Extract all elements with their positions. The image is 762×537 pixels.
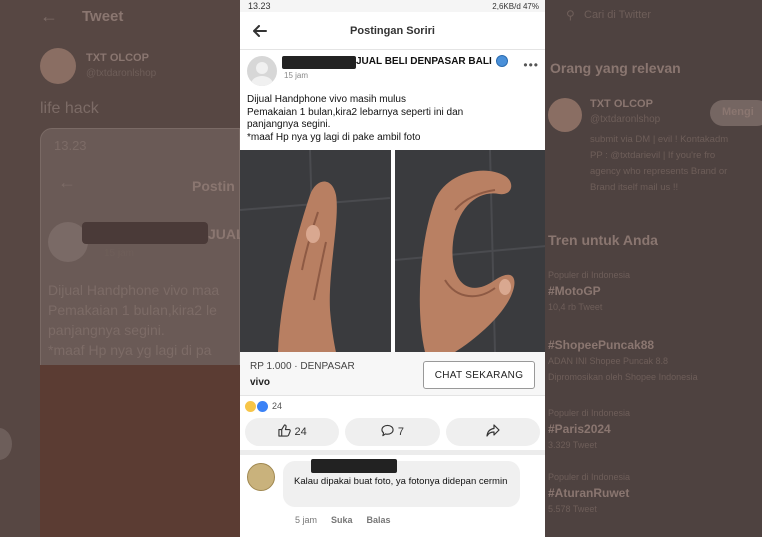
relevant-bio-4: Brand itself mail us !! bbox=[590, 182, 679, 193]
relevant-people-title: Orang yang relevan bbox=[550, 60, 681, 76]
share-icon bbox=[486, 424, 500, 440]
account-handle[interactable]: @txtdaronlshop bbox=[86, 68, 156, 79]
preview-time: 13.23 bbox=[54, 138, 87, 153]
comment-count: 7 bbox=[397, 426, 405, 438]
trends-title: Tren untuk Anda bbox=[548, 232, 658, 248]
relevant-bio-1: submit via DM | evil ! Kontakadm bbox=[590, 134, 729, 145]
relevant-bio-2: PP : @txtdarievil | If you're fro bbox=[590, 150, 716, 161]
commenter-avatar[interactable] bbox=[247, 463, 275, 491]
page-title: Postingan Soriri bbox=[350, 24, 435, 37]
preview-line-1: Dijual Handphone vivo maa bbox=[48, 282, 220, 298]
like-reaction-icon bbox=[257, 400, 268, 412]
comment-like-link[interactable]: Suka bbox=[331, 515, 353, 525]
trend-name[interactable]: #AturanRuwet bbox=[548, 486, 629, 500]
preview-title: Postin bbox=[192, 178, 235, 194]
thumbs-up-icon bbox=[277, 424, 291, 440]
account-avatar[interactable] bbox=[40, 48, 76, 84]
search-placeholder: Cari di Twitter bbox=[584, 9, 652, 21]
trend-count: 3.329 Tweet bbox=[548, 440, 597, 450]
account-name[interactable]: TXT OLCOP bbox=[86, 52, 149, 64]
follow-button[interactable]: Mengi bbox=[710, 100, 762, 126]
like-count: 24 bbox=[294, 426, 307, 438]
preview-line-2: Pemakaian 1 bulan,kira2 le bbox=[48, 302, 217, 318]
phone-screenshot: 13.23 2,6KB/d 47% Postingan Soriri JUAL … bbox=[240, 0, 545, 537]
trend-context: Populer di Indonesia bbox=[548, 270, 631, 280]
comment-text: Kalau dipakai buat foto, ya fotonya dide… bbox=[294, 476, 508, 487]
reaction-count: 24 bbox=[272, 401, 283, 411]
back-arrow-icon[interactable] bbox=[245, 16, 275, 46]
trend-context: Populer di Indonesia bbox=[548, 472, 631, 482]
post-body: Dijual Handphone vivo masih mulus Pemaka… bbox=[240, 92, 545, 150]
twitter-right-panel bbox=[545, 0, 762, 537]
comment-time: 5 jam bbox=[295, 515, 318, 525]
trend-count: 10,4 rb Tweet bbox=[548, 302, 603, 312]
comment-reply-link[interactable]: Balas bbox=[367, 515, 391, 525]
status-indicators: 2,6KB/d 47% bbox=[492, 1, 539, 11]
comment-button[interactable]: 7 bbox=[345, 418, 440, 446]
more-options-icon[interactable]: ••• bbox=[523, 58, 539, 72]
relevant-name[interactable]: TXT OLCOP bbox=[590, 98, 653, 110]
post-time[interactable]: 15 jam bbox=[284, 71, 308, 80]
preview-line-4: *maaf Hp nya yg lagi di pa bbox=[48, 342, 212, 358]
listing-brand: vivo bbox=[250, 377, 271, 388]
chat-now-button[interactable]: CHAT SEKARANG bbox=[423, 361, 535, 389]
trend-name[interactable]: #ShopeePuncak88 bbox=[548, 338, 654, 352]
post-line: Dijual Handphone vivo masih mulus bbox=[247, 94, 406, 105]
post-photos bbox=[240, 150, 545, 352]
redacted-name bbox=[282, 56, 356, 69]
app-bar: Postingan Soriri bbox=[240, 12, 545, 50]
globe-icon bbox=[496, 55, 508, 67]
trend-name[interactable]: #Paris2024 bbox=[548, 422, 611, 436]
trend-promoted: Dipromosikan oleh Shopee Indonesia bbox=[548, 372, 698, 382]
post-line: Pemakaian 1 bulan,kira2 lebarnya seperti… bbox=[247, 106, 464, 118]
relevant-avatar[interactable] bbox=[548, 98, 582, 132]
trend-context: Populer di Indonesia bbox=[548, 408, 631, 418]
poster-avatar[interactable] bbox=[247, 56, 277, 86]
like-button[interactable]: 24 bbox=[245, 418, 340, 446]
preview-back-icon: ← bbox=[58, 172, 76, 192]
post-line: *maaf Hp nya yg lagi di pake ambil foto bbox=[247, 131, 421, 143]
post-header: JUAL BELI DENPASAR BALI 15 jam ••• bbox=[240, 50, 545, 92]
relevant-bio-3: agency who represents Brand or bbox=[590, 166, 728, 177]
follow-button-label: Mengi bbox=[722, 106, 754, 118]
status-time: 13.23 bbox=[248, 1, 271, 11]
redacted-commenter-name bbox=[311, 459, 397, 473]
comment-item: Kalau dipakai buat foto, ya fotonya dide… bbox=[240, 455, 545, 535]
post-actions: 24 7 bbox=[240, 416, 545, 450]
preview-time-2: 15 jam bbox=[104, 248, 135, 259]
preview-photo bbox=[40, 365, 240, 537]
reaction-summary[interactable]: 24 bbox=[240, 396, 545, 416]
haha-reaction-icon bbox=[245, 400, 256, 412]
trend-count: ADAN INI Shopee Puncak 8.8 bbox=[548, 356, 669, 366]
tweet-text: life hack bbox=[40, 100, 99, 117]
comment-icon bbox=[381, 424, 394, 440]
product-photo-2[interactable] bbox=[394, 150, 545, 352]
listing-price: RP 1.000 · DENPASAR bbox=[250, 361, 355, 372]
search-box[interactable]: ⚲ Cari di Twitter bbox=[560, 0, 760, 32]
comment-meta: 5 jam Suka Balas bbox=[295, 515, 391, 525]
tweet-header: Tweet bbox=[82, 8, 124, 25]
trend-count: 5.578 Tweet bbox=[548, 504, 597, 514]
preview-redaction bbox=[82, 222, 208, 244]
product-photo-1[interactable] bbox=[240, 150, 391, 352]
relevant-handle[interactable]: @txtdaronlshop bbox=[590, 114, 660, 125]
comment-bubble[interactable]: Kalau dipakai buat foto, ya fotonya dide… bbox=[283, 459, 520, 507]
preview-line-3: panjangnya segini. bbox=[48, 322, 165, 338]
group-name[interactable]: JUAL BELI DENPASAR BALI bbox=[356, 56, 492, 67]
back-arrow-icon[interactable]: ← bbox=[40, 6, 58, 27]
trend-name[interactable]: #MotoGP bbox=[548, 284, 601, 298]
status-bar: 13.23 2,6KB/d 47% bbox=[240, 0, 545, 12]
share-button[interactable] bbox=[445, 418, 540, 446]
search-icon: ⚲ bbox=[566, 8, 575, 22]
post-line: panjangnya segini. bbox=[247, 119, 331, 130]
listing-info: RP 1.000 · DENPASAR vivo CHAT SEKARANG bbox=[240, 352, 545, 396]
